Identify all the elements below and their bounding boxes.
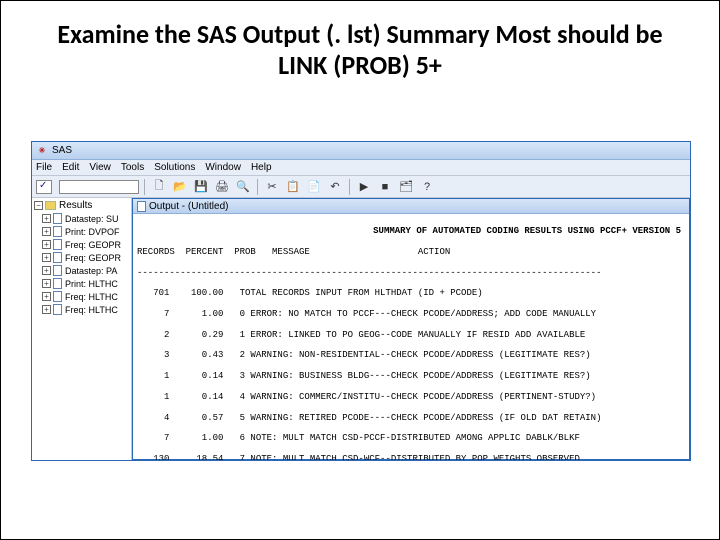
expand-icon[interactable]: + [42, 266, 51, 275]
tree-item[interactable]: + Freq: HLTHC [42, 304, 129, 315]
output-row: 7 1.00 0 ERROR: NO MATCH TO PCCF---CHECK… [137, 309, 685, 319]
tree-item-label: Freq: HLTHC [65, 305, 118, 315]
toolbar-separator [144, 179, 145, 195]
slide-title: Examine the SAS Output (. lst) Summary M… [1, 1, 719, 89]
help-icon[interactable]: ? [418, 178, 436, 196]
undo-icon[interactable]: ↶ [326, 178, 344, 196]
doc-icon [53, 239, 62, 250]
doc-icon [53, 304, 62, 315]
summary-title: SUMMARY OF AUTOMATED CODING RESULTS USIN… [137, 226, 685, 236]
output-window-titlebar: Output - (Untitled) [133, 199, 689, 214]
sas-window: ✳ SAS File Edit View Tools Solutions Win… [31, 141, 691, 461]
collapse-icon[interactable]: − [34, 201, 43, 210]
tree-item-label: Datastep: PA [65, 266, 117, 276]
expand-icon[interactable]: + [42, 305, 51, 314]
tree-item-label: Print: HLTHC [65, 279, 118, 289]
expand-icon[interactable]: + [42, 279, 51, 288]
sas-app-icon: ✳ [36, 145, 48, 157]
tree-item[interactable]: + Print: HLTHC [42, 278, 129, 289]
expand-icon[interactable]: + [42, 292, 51, 301]
doc-icon [53, 265, 62, 276]
tree-item[interactable]: + Freq: GEOPR [42, 252, 129, 263]
doc-icon [137, 201, 146, 212]
command-input[interactable] [59, 180, 139, 194]
output-row: 7 1.00 6 NOTE: MULT MATCH CSD-PCCF-DISTR… [137, 433, 685, 443]
tree-item-label: Freq: HLTHC [65, 292, 118, 302]
new-icon[interactable]: 🗋 [150, 178, 168, 196]
expand-icon[interactable]: + [42, 214, 51, 223]
divider: ----------------------------------------… [137, 268, 685, 278]
results-sidebar: − Results + Datastep: SU + Print: DVPOF + F… [32, 198, 132, 460]
save-icon[interactable]: 💾 [192, 178, 210, 196]
output-row: 4 0.57 5 WARNING: RETIRED PCODE----CHECK… [137, 413, 685, 423]
doc-icon [53, 291, 62, 302]
toolbar: 🗋 📂 💾 🖨 🔍 ✂ 📋 📄 ↶ ▶ ■ 🗂 ? [32, 176, 690, 198]
tree-item[interactable]: + Datastep: SU [42, 213, 129, 224]
tree-item-label: Datastep: SU [65, 214, 119, 224]
tree-item-label: Freq: GEOPR [65, 240, 121, 250]
doc-icon [53, 226, 62, 237]
print-icon[interactable]: 🖨 [213, 178, 231, 196]
output-row: 1 0.14 4 WARNING: COMMERC/INSTITU--CHECK… [137, 392, 685, 402]
output-row: 1 0.14 3 WARNING: BUSINESS BLDG----CHECK… [137, 371, 685, 381]
command-check-icon[interactable] [36, 180, 52, 194]
output-text: SUMMARY OF AUTOMATED CODING RESULTS USIN… [133, 214, 689, 460]
output-row: 3 0.43 2 WARNING: NON-RESIDENTIAL--CHECK… [137, 350, 685, 360]
menu-window[interactable]: Window [205, 162, 241, 173]
output-window: Output - (Untitled) SUMMARY OF AUTOMATED… [132, 198, 690, 460]
stop-icon[interactable]: ■ [376, 178, 394, 196]
doc-icon [53, 278, 62, 289]
menu-help[interactable]: Help [251, 162, 272, 173]
output-row: 701 100.00 TOTAL RECORDS INPUT FROM HLTH… [137, 288, 685, 298]
content-pane: Output - (Untitled) SUMMARY OF AUTOMATED… [132, 198, 690, 460]
explorer-icon[interactable]: 🗂 [397, 178, 415, 196]
expand-icon[interactable]: + [42, 240, 51, 249]
tree-root-results[interactable]: − Results [34, 200, 129, 211]
preview-icon[interactable]: 🔍 [234, 178, 252, 196]
window-title: SAS [52, 145, 72, 156]
toolbar-separator [257, 179, 258, 195]
tree-item[interactable]: + Datastep: PA [42, 265, 129, 276]
title-bar: ✳ SAS [32, 142, 690, 160]
doc-icon [53, 252, 62, 263]
folder-icon [45, 201, 56, 210]
menu-view[interactable]: View [89, 162, 111, 173]
menu-solutions[interactable]: Solutions [154, 162, 195, 173]
submit-icon[interactable]: ▶ [355, 178, 373, 196]
tree-item-label: Print: DVPOF [65, 227, 120, 237]
tree-root-label: Results [59, 200, 92, 211]
menu-file[interactable]: File [36, 162, 52, 173]
cut-icon[interactable]: ✂ [263, 178, 281, 196]
tree-item[interactable]: + Freq: HLTHC [42, 291, 129, 302]
tree-item[interactable]: + Freq: GEOPR [42, 239, 129, 250]
output-window-title: Output - (Untitled) [149, 201, 228, 212]
open-icon[interactable]: 📂 [171, 178, 189, 196]
toolbar-separator [349, 179, 350, 195]
menu-bar: File Edit View Tools Solutions Window He… [32, 160, 690, 176]
menu-tools[interactable]: Tools [121, 162, 144, 173]
output-row: 130 18.54 7 NOTE: MULT MATCH CSD-WCF--DI… [137, 454, 685, 460]
tree-item-label: Freq: GEOPR [65, 253, 121, 263]
menu-edit[interactable]: Edit [62, 162, 79, 173]
col-headers: RECORDS PERCENT PROB MESSAGE ACTION [137, 247, 685, 257]
tree-item[interactable]: + Print: DVPOF [42, 226, 129, 237]
output-row: 2 0.29 1 ERROR: LINKED TO PO GEOG--CODE … [137, 330, 685, 340]
doc-icon [53, 213, 62, 224]
copy-icon[interactable]: 📋 [284, 178, 302, 196]
expand-icon[interactable]: + [42, 253, 51, 262]
expand-icon[interactable]: + [42, 227, 51, 236]
paste-icon[interactable]: 📄 [305, 178, 323, 196]
